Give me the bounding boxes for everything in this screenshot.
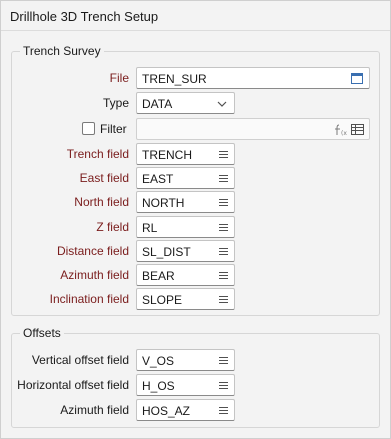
offset-azimuth-row: Azimuth field HOS_AZ	[12, 399, 379, 421]
type-row: Type DATA	[12, 92, 379, 114]
file-browse-icon[interactable]	[351, 73, 363, 84]
list-icon[interactable]	[219, 406, 228, 415]
east-field-label: East field	[79, 171, 129, 185]
inclination-field-input[interactable]: SLOPE	[136, 288, 235, 310]
trench-field-label: Trench field	[66, 147, 129, 161]
list-icon[interactable]	[351, 124, 364, 135]
inclination-field-value: SLOPE	[142, 293, 183, 307]
azimuth-field-row: Azimuth field BEAR	[12, 264, 379, 286]
distance-field-label: Distance field	[56, 244, 129, 258]
east-field-value: EAST	[142, 172, 174, 186]
list-icon[interactable]	[219, 174, 228, 183]
file-input[interactable]: TREN_SUR	[136, 67, 370, 89]
title-bar: Drillhole 3D Trench Setup	[1, 1, 390, 31]
z-field-value: RL	[142, 221, 158, 235]
north-field-label: North field	[74, 195, 129, 209]
offset-azimuth-value: HOS_AZ	[142, 404, 191, 418]
list-icon[interactable]	[219, 223, 228, 232]
north-field-value: NORTH	[142, 196, 185, 210]
trench-field-input[interactable]: TRENCH	[136, 143, 235, 165]
list-icon[interactable]	[219, 271, 228, 280]
trench-survey-group: Trench Survey File TREN_SUR Type DATA Fi…	[11, 44, 380, 316]
distance-field-input[interactable]: SL_DIST	[136, 240, 235, 262]
azimuth-field-value: BEAR	[142, 269, 175, 283]
list-icon[interactable]	[219, 356, 228, 365]
horizontal-offset-row: Horizontal offset field H_OS	[12, 374, 379, 396]
svg-text:(x): (x)	[341, 130, 347, 136]
azimuth-field-input[interactable]: BEAR	[136, 264, 235, 286]
east-field-input[interactable]: EAST	[136, 167, 235, 189]
trench-survey-group-label: Trench Survey	[20, 44, 104, 58]
type-value: DATA	[142, 97, 173, 111]
inclination-field-row: Inclination field SLOPE	[12, 288, 379, 310]
z-field-input[interactable]: RL	[136, 216, 235, 238]
file-label: File	[109, 71, 129, 85]
north-field-row: North field NORTH	[12, 191, 379, 213]
horizontal-offset-value: H_OS	[142, 379, 175, 393]
distance-field-value: SL_DIST	[142, 245, 191, 259]
z-field-row: Z field RL	[12, 216, 379, 238]
chevron-down-icon[interactable]	[217, 101, 227, 107]
window-title: Drillhole 3D Trench Setup	[10, 9, 159, 24]
function-icon[interactable]: (x)	[333, 124, 347, 136]
offset-azimuth-label: Azimuth field	[60, 403, 129, 417]
filter-row: Filter (x)	[12, 118, 379, 140]
file-row: File TREN_SUR	[12, 67, 379, 89]
file-value: TREN_SUR	[142, 72, 207, 86]
distance-field-row: Distance field SL_DIST	[12, 240, 379, 262]
vertical-offset-input[interactable]: V_OS	[136, 349, 235, 371]
offsets-group-label: Offsets	[20, 326, 64, 340]
vertical-offset-label: Vertical offset field	[31, 353, 129, 367]
east-field-row: East field EAST	[12, 167, 379, 189]
horizontal-offset-input[interactable]: H_OS	[136, 374, 235, 396]
type-select[interactable]: DATA	[136, 92, 235, 114]
type-label: Type	[102, 96, 129, 110]
offsets-group: Offsets Vertical offset field V_OS Horiz…	[11, 326, 380, 428]
inclination-field-label: Inclination field	[49, 292, 129, 306]
filter-label: Filter	[100, 122, 127, 136]
filter-input[interactable]: (x)	[136, 118, 370, 140]
trench-field-value: TRENCH	[142, 148, 192, 162]
azimuth-field-label: Azimuth field	[60, 268, 129, 282]
z-field-label: Z field	[96, 220, 129, 234]
list-icon[interactable]	[219, 247, 228, 256]
list-icon[interactable]	[219, 150, 228, 159]
filter-checkbox[interactable]	[82, 122, 95, 135]
north-field-input[interactable]: NORTH	[136, 191, 235, 213]
offset-azimuth-input[interactable]: HOS_AZ	[136, 399, 235, 421]
horizontal-offset-label: Horizontal offset field	[17, 378, 129, 392]
list-icon[interactable]	[219, 381, 228, 390]
trench-field-row: Trench field TRENCH	[12, 143, 379, 165]
vertical-offset-row: Vertical offset field V_OS	[12, 349, 379, 371]
list-icon[interactable]	[219, 198, 228, 207]
vertical-offset-value: V_OS	[142, 354, 175, 368]
list-icon[interactable]	[219, 295, 228, 304]
